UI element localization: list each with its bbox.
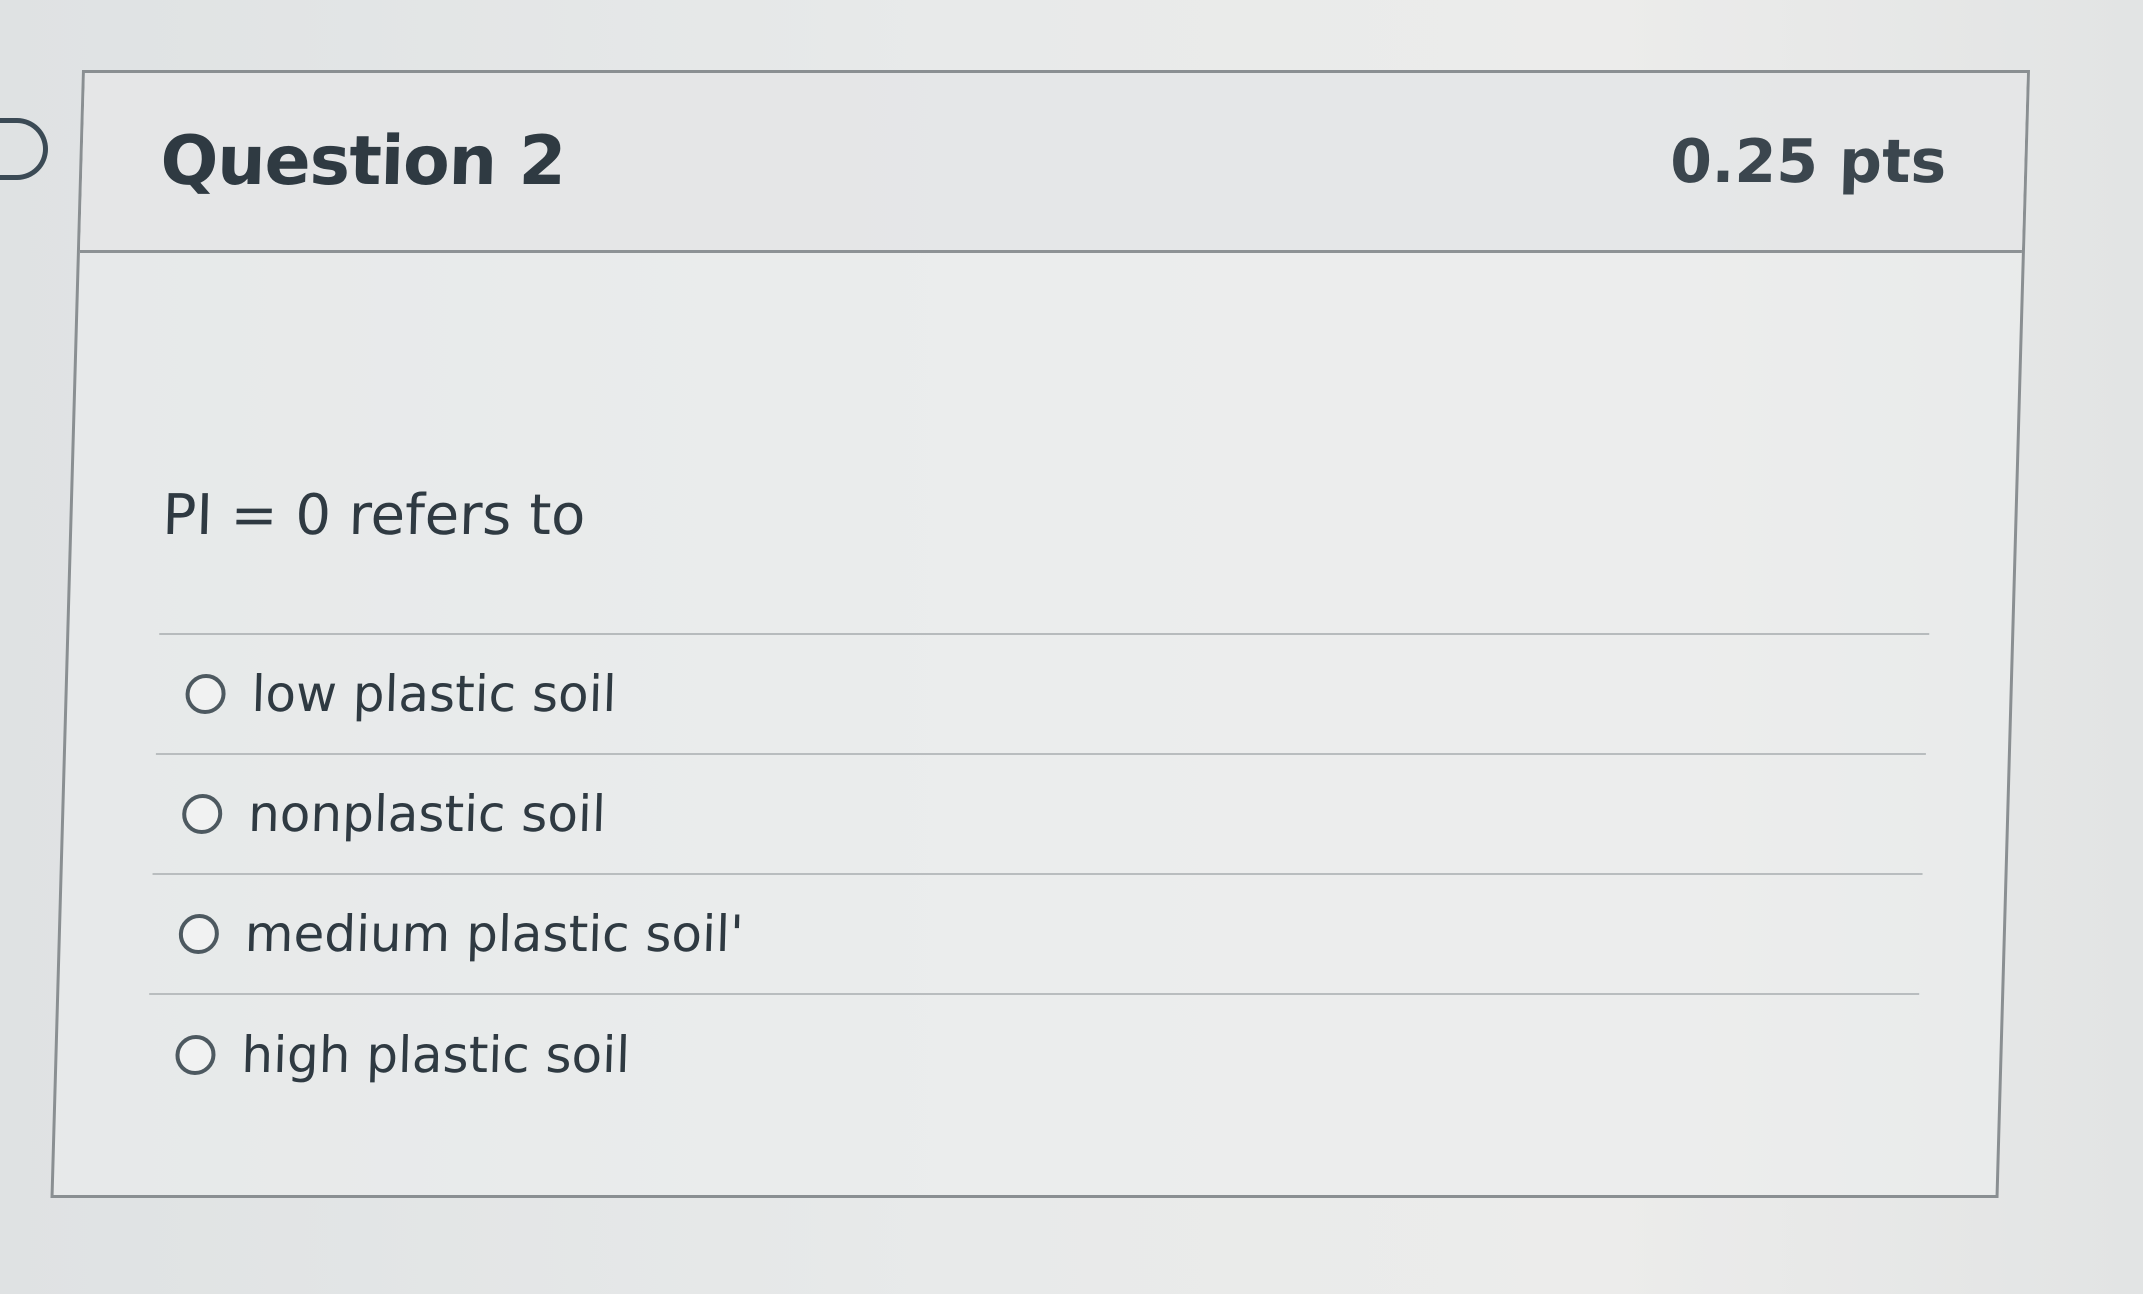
answer-list: low plastic soil nonplastic soil medium … [146,633,1930,1115]
question-text: PI = 0 refers to [161,483,587,548]
answer-label[interactable]: high plastic soil [241,1026,631,1084]
question-header: Question 2 0.25 pts [79,73,2027,253]
answer-option[interactable]: nonplastic soil [152,755,1926,875]
answer-label[interactable]: medium plastic soil' [244,905,744,963]
question-points: 0.25 pts [1669,126,1948,197]
radio-button[interactable] [174,1035,217,1075]
radio-button[interactable] [181,794,223,834]
answer-label[interactable]: nonplastic soil [247,785,606,843]
radio-button[interactable] [185,674,227,714]
answer-option[interactable]: high plastic soil [146,995,1919,1115]
answer-option[interactable]: medium plastic soil' [149,875,1923,995]
question-flag-icon[interactable] [0,118,48,180]
question-card: Question 2 0.25 pts PI = 0 refers to low… [50,70,2031,1198]
answer-option[interactable]: low plastic soil [155,635,1930,755]
radio-button[interactable] [178,914,220,954]
question-title: Question 2 [159,122,567,201]
answer-label[interactable]: low plastic soil [251,665,618,723]
